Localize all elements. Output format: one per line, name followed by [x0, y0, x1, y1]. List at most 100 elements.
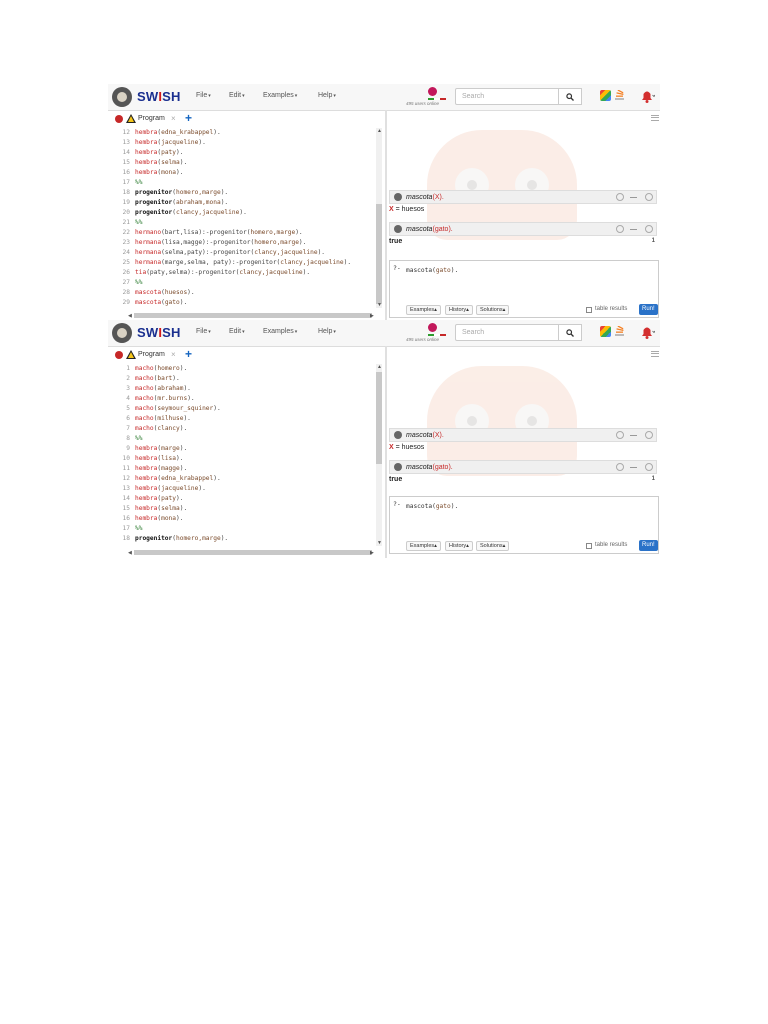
history-button[interactable]: History▴: [445, 305, 473, 315]
query-editor[interactable]: ?- mascota(gato). Examples▴ History▴ Sol…: [389, 496, 659, 554]
search-button[interactable]: [559, 88, 582, 105]
code-line[interactable]: 17%%: [108, 524, 378, 534]
code-line[interactable]: 11 hembra(magge).: [108, 464, 378, 474]
code-line[interactable]: 16 hembra(mona).: [108, 514, 378, 524]
add-tab-icon[interactable]: +: [185, 347, 192, 361]
close-icon[interactable]: [645, 431, 653, 439]
download-icon[interactable]: [616, 463, 624, 471]
menu-help[interactable]: Help▾: [318, 92, 336, 99]
search-input[interactable]: Search: [455, 88, 559, 105]
code-line[interactable]: 6 macho(milhuse).: [108, 414, 378, 424]
menu-file[interactable]: File▾: [196, 92, 211, 99]
pane-divider[interactable]: [385, 346, 387, 558]
editor-horizontal-scrollbar[interactable]: [134, 550, 372, 555]
code-line[interactable]: 10 hembra(lisa).: [108, 454, 378, 464]
code-line[interactable]: 12 hembra(edna_krabappel).: [108, 128, 378, 138]
code-line[interactable]: 8%%: [108, 434, 378, 444]
solutions-button[interactable]: Solutions▴: [476, 541, 510, 551]
code-line[interactable]: 19 progenitor(abraham,mona).: [108, 198, 378, 208]
menu-examples[interactable]: Examples▾: [263, 92, 297, 99]
query-header-2[interactable]: mascota(gato).: [389, 460, 657, 474]
google-login-icon[interactable]: [600, 90, 611, 101]
code-line[interactable]: 27%%: [108, 278, 378, 288]
query-editor[interactable]: ?- mascota(gato). Examples▴ History▴ Sol…: [389, 260, 659, 318]
code-line[interactable]: 15 hembra(selma).: [108, 158, 378, 168]
scroll-right-arrow-icon[interactable]: ▶: [370, 550, 374, 556]
code-line[interactable]: 13 hembra(jacqueline).: [108, 484, 378, 494]
menu-file[interactable]: File▾: [196, 328, 211, 335]
run-button[interactable]: Run!: [639, 540, 658, 551]
menu-edit[interactable]: Edit▾: [229, 92, 245, 99]
gear-icon[interactable]: [394, 193, 402, 201]
swish-logo-icon[interactable]: [112, 323, 132, 343]
code-line[interactable]: 17%%: [108, 178, 378, 188]
code-editor[interactable]: 12 hembra(edna_krabappel). 13 hembra(jacque…: [108, 128, 385, 308]
close-icon[interactable]: [645, 463, 653, 471]
download-icon[interactable]: [616, 431, 624, 439]
stackoverflow-icon[interactable]: [614, 90, 625, 101]
code-line[interactable]: 14 hembra(paty).: [108, 494, 378, 504]
code-line[interactable]: 21%%: [108, 218, 378, 228]
tab-close-icon[interactable]: ×: [171, 350, 176, 359]
code-line[interactable]: 28 mascota(huesos).: [108, 288, 378, 298]
scroll-down-arrow-icon[interactable]: ▼: [377, 302, 382, 308]
code-line[interactable]: 2 macho(bart).: [108, 374, 378, 384]
history-button[interactable]: History▴: [445, 541, 473, 551]
examples-button[interactable]: Examples▴: [406, 541, 441, 551]
code-line[interactable]: 20 progenitor(clancy,jacqueline).: [108, 208, 378, 218]
code-line[interactable]: 5 macho(seymour_squiner).: [108, 404, 378, 414]
notification-icon[interactable]: [428, 323, 437, 332]
tab-program[interactable]: Program: [138, 351, 165, 358]
code-line[interactable]: 7 macho(clancy).: [108, 424, 378, 434]
code-line[interactable]: 9 hembra(marge).: [108, 444, 378, 454]
code-line[interactable]: 29 mascota(gato).: [108, 298, 378, 308]
query-input[interactable]: mascota(gato).: [406, 503, 458, 510]
stackoverflow-icon[interactable]: [614, 326, 625, 337]
notification-icon[interactable]: [428, 87, 437, 96]
code-line[interactable]: 14 hembra(paty).: [108, 148, 378, 158]
scroll-left-arrow-icon[interactable]: ◀: [128, 313, 132, 319]
scroll-right-arrow-icon[interactable]: ▶: [370, 313, 374, 319]
examples-button[interactable]: Examples▴: [406, 305, 441, 315]
table-results-checkbox[interactable]: [586, 543, 592, 549]
download-icon[interactable]: [616, 193, 624, 201]
search-button[interactable]: [559, 324, 582, 341]
close-icon[interactable]: [645, 225, 653, 233]
query-input[interactable]: mascota(gato).: [406, 267, 458, 274]
query-header-1[interactable]: mascota(X).: [389, 428, 657, 442]
pane-divider[interactable]: [385, 110, 387, 320]
code-line[interactable]: 3 macho(abraham).: [108, 384, 378, 394]
editor-scroll-thumb[interactable]: [376, 204, 382, 304]
tab-close-icon[interactable]: ×: [171, 114, 176, 123]
code-line[interactable]: 15 hembra(selma).: [108, 504, 378, 514]
code-line[interactable]: 24 hermana(selma,paty):-progenitor(clancy…: [108, 248, 378, 258]
solutions-button[interactable]: Solutions▴: [476, 305, 510, 315]
minimize-icon[interactable]: [630, 435, 637, 436]
swish-logo-icon[interactable]: [112, 87, 132, 107]
scroll-up-arrow-icon[interactable]: ▲: [377, 364, 382, 370]
minimize-icon[interactable]: [630, 229, 637, 230]
code-line[interactable]: 1 macho(homero).: [108, 364, 378, 374]
scroll-left-arrow-icon[interactable]: ◀: [128, 550, 132, 556]
menu-icon[interactable]: [651, 113, 659, 122]
google-login-icon[interactable]: [600, 326, 611, 337]
menu-icon[interactable]: [651, 349, 659, 358]
bell-icon[interactable]: [639, 88, 655, 104]
code-line[interactable]: 23 hermana(lisa,magge):-progenitor(homero…: [108, 238, 378, 248]
menu-help[interactable]: Help▾: [318, 328, 336, 335]
bell-icon[interactable]: [639, 324, 655, 340]
download-icon[interactable]: [616, 225, 624, 233]
code-line[interactable]: 4 macho(mr.burns).: [108, 394, 378, 404]
code-line[interactable]: 22 hermano(bart,lisa):-progenitor(homero,…: [108, 228, 378, 238]
search-input[interactable]: Search: [455, 324, 559, 341]
menu-edit[interactable]: Edit▾: [229, 328, 245, 335]
code-line[interactable]: 16 hembra(mona).: [108, 168, 378, 178]
menu-examples[interactable]: Examples▾: [263, 328, 297, 335]
code-editor[interactable]: 1 macho(homero). 2 macho(bart). 3 macho(abrah…: [108, 364, 385, 546]
minimize-icon[interactable]: [630, 467, 637, 468]
brand-title[interactable]: SWISH: [137, 89, 181, 104]
table-results-checkbox[interactable]: [586, 307, 592, 313]
close-icon[interactable]: [645, 193, 653, 201]
run-button[interactable]: Run!: [639, 304, 658, 315]
query-header-2[interactable]: mascota(gato).: [389, 222, 657, 236]
